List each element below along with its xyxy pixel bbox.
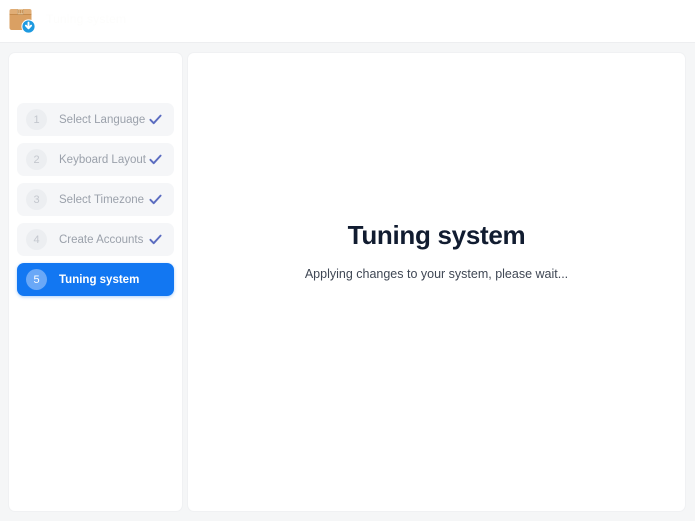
sidebar-item-keyboard-layout[interactable]: 2 Keyboard Layout — [17, 143, 174, 176]
check-icon — [148, 232, 163, 247]
window-titlebar: Tuning system — [0, 0, 695, 43]
check-icon — [148, 192, 163, 207]
step-number-badge: 3 — [26, 189, 47, 210]
step-label: Keyboard Layout — [59, 153, 146, 166]
sidebar-item-create-accounts[interactable]: 4 Create Accounts — [17, 223, 174, 256]
step-check-placeholder — [148, 272, 163, 287]
sidebar-item-select-language[interactable]: 1 Select Language — [17, 103, 174, 136]
wizard-step-list: 1 Select Language 2 Keyboard Layout 3 Se… — [17, 103, 174, 303]
check-icon — [148, 152, 163, 167]
step-number-badge: 4 — [26, 229, 47, 250]
sidebar-item-select-timezone[interactable]: 3 Select Timezone — [17, 183, 174, 216]
step-label: Create Accounts — [59, 233, 144, 246]
step-label: Select Timezone — [59, 193, 145, 206]
page-title: Tuning system — [347, 220, 526, 250]
status-block: Tuning system Applying changes to your s… — [188, 220, 685, 281]
step-number-badge: 2 — [26, 149, 47, 170]
step-label: Select Language — [59, 113, 146, 126]
check-icon — [148, 112, 163, 127]
main-content-panel: Tuning system Applying changes to your s… — [187, 52, 686, 512]
window-title: Tuning system — [46, 12, 127, 26]
status-message: Applying changes to your system, please … — [304, 267, 569, 281]
sidebar-item-tuning-system[interactable]: 5 Tuning system — [17, 263, 174, 296]
wizard-sidebar: 1 Select Language 2 Keyboard Layout 3 Se… — [8, 52, 183, 512]
step-number-badge: 1 — [26, 109, 47, 130]
package-download-icon — [6, 5, 37, 36]
step-label: Tuning system — [59, 273, 140, 286]
step-number-badge: 5 — [26, 269, 47, 290]
